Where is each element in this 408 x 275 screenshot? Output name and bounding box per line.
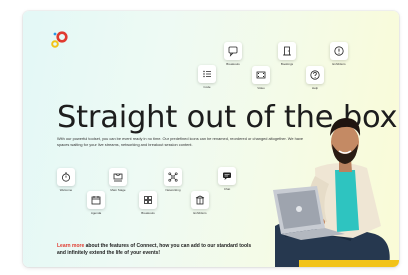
help-label: Help	[311, 86, 319, 90]
connect-logo	[51, 31, 68, 48]
exhibitors-label: Exhibitors	[193, 211, 207, 215]
help-tile[interactable]	[306, 66, 324, 84]
bookings-label: Bookings	[280, 62, 294, 66]
stopwatch-icon	[62, 172, 70, 182]
chat-bubble-icon	[228, 46, 238, 57]
cta-rest-text: about the features of Connect, how you c…	[57, 243, 252, 256]
stage-icon	[113, 173, 123, 182]
question-icon	[310, 70, 320, 80]
grid-icon	[144, 196, 152, 204]
film-icon	[256, 71, 266, 79]
breakouts-tile[interactable]	[224, 42, 242, 60]
breakouts-label: Breakouts	[226, 62, 240, 66]
booth-icon	[195, 195, 205, 205]
exhibitors-top-label: Exhibitors	[332, 62, 346, 66]
exhibitors-top-tile[interactable]	[330, 42, 348, 60]
exhibitors-tile[interactable]	[191, 191, 209, 209]
main-stage-tile[interactable]	[109, 168, 127, 186]
main-stage-label: Main Stage	[110, 188, 126, 192]
video-tile[interactable]	[252, 66, 270, 84]
breakouts-label-bottom: Breakouts	[141, 211, 155, 215]
networking-tile[interactable]	[164, 168, 182, 186]
list-icon	[203, 70, 211, 78]
hero-card: Breakouts Bookings Exhibitors Code Video…	[23, 11, 399, 267]
chat-tile[interactable]	[218, 167, 236, 185]
chat-icon	[223, 172, 231, 180]
agenda-tile[interactable]	[87, 191, 105, 209]
welcome-tile[interactable]	[57, 168, 75, 186]
code-label: Code	[203, 85, 211, 89]
bookings-tile[interactable]	[278, 42, 296, 60]
breakouts-tile-bottom[interactable]	[139, 191, 157, 209]
network-icon	[168, 172, 178, 182]
welcome-label: Welcome	[59, 188, 73, 192]
calendar-icon	[91, 196, 101, 205]
learn-more-link[interactable]: Learn more	[57, 243, 84, 249]
code-tile[interactable]	[198, 65, 216, 83]
chat-label: Chat	[223, 187, 231, 191]
agenda-label: Agenda	[90, 211, 102, 215]
door-icon	[283, 46, 291, 56]
networking-label: Networking	[165, 188, 181, 192]
learn-more-text: Learn more about the features of Connect…	[57, 243, 257, 257]
video-label: Video	[257, 86, 265, 90]
man-with-laptop-image	[273, 118, 399, 267]
exclamation-icon	[334, 46, 344, 56]
